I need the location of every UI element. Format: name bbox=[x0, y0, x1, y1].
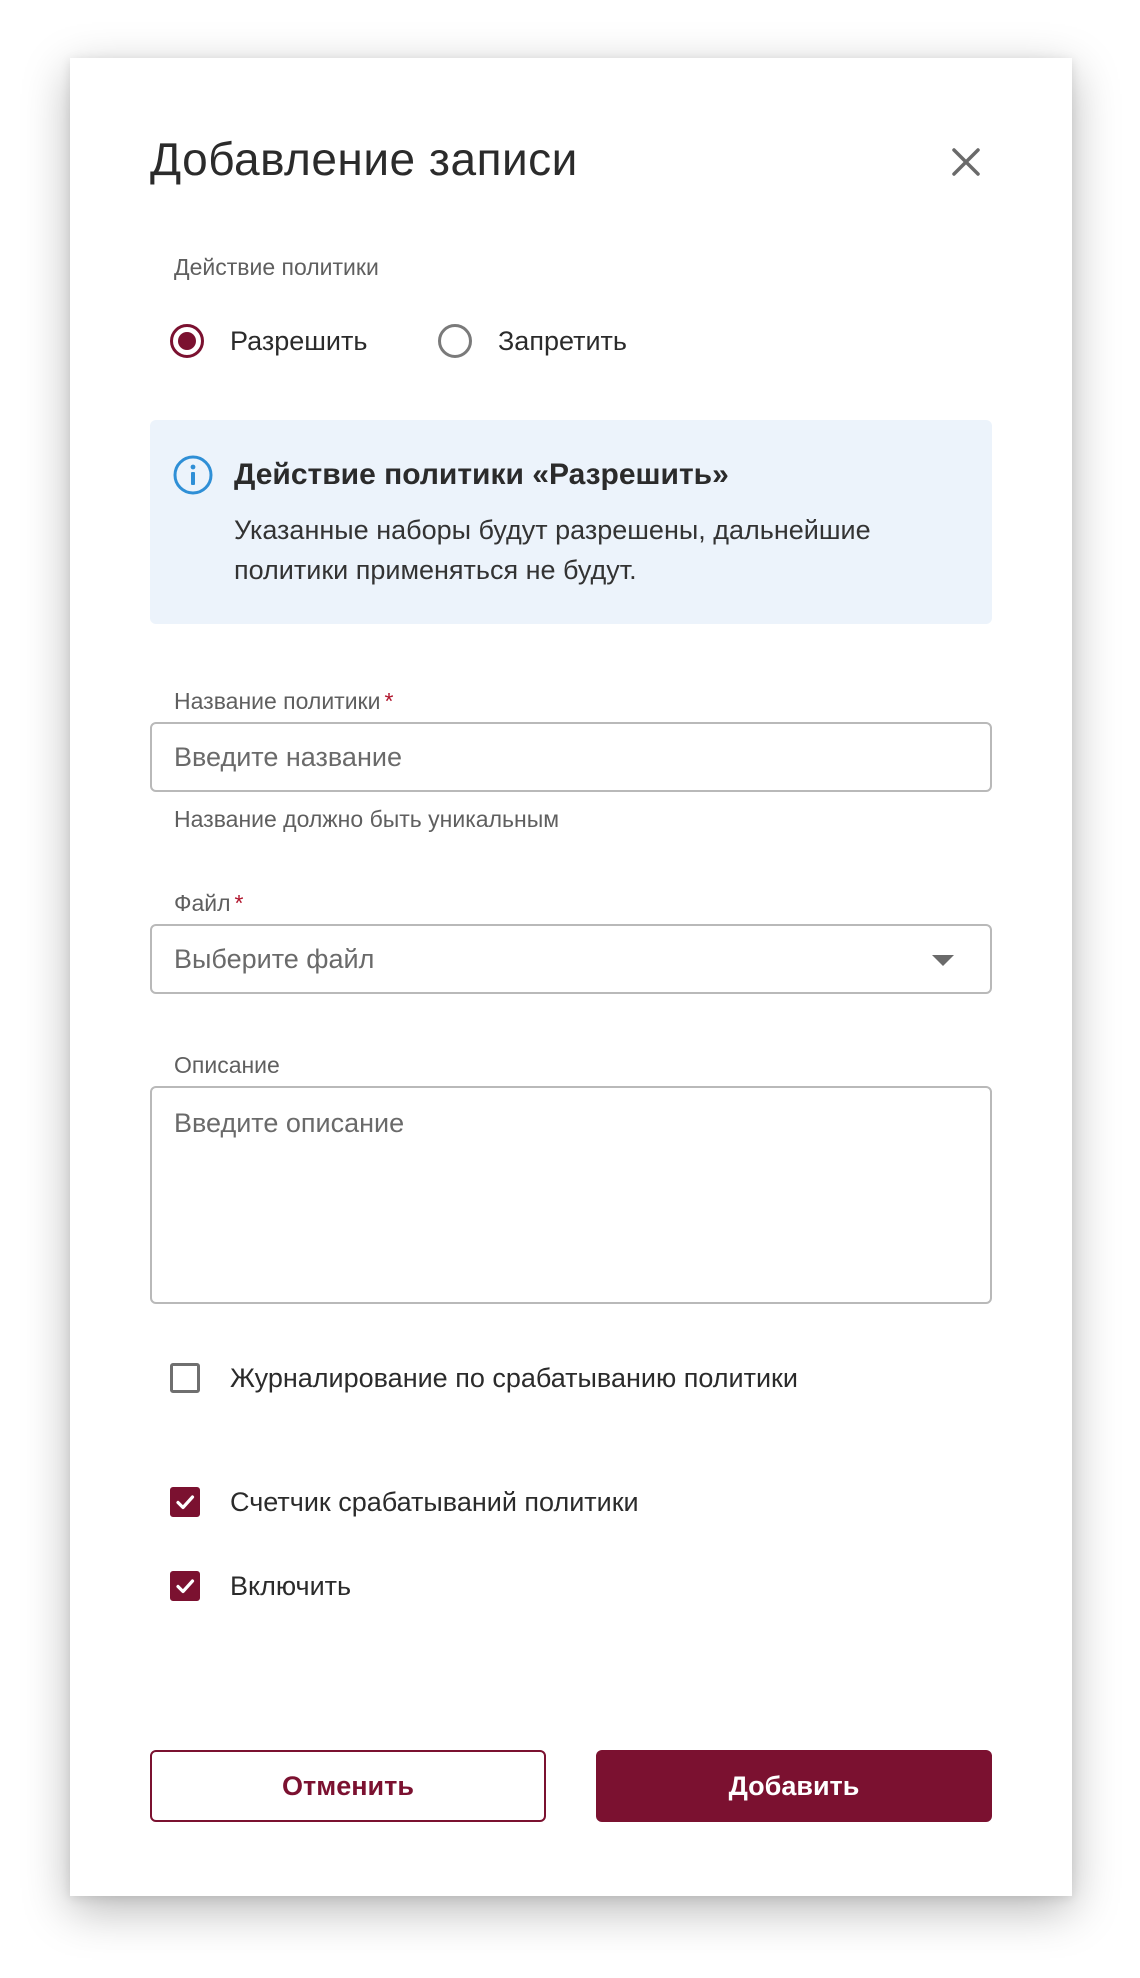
add-record-dialog: Добавление записи Действие политики Разр… bbox=[70, 58, 1072, 1896]
close-icon bbox=[952, 148, 980, 176]
checkbox-counter-box bbox=[170, 1487, 200, 1517]
policy-name-label-text: Название политики bbox=[174, 688, 381, 714]
file-select-value: Выберите файл bbox=[174, 943, 375, 974]
radio-deny[interactable]: Запретить bbox=[438, 318, 627, 364]
required-mark: * bbox=[234, 890, 244, 916]
add-button[interactable]: Добавить bbox=[596, 1750, 992, 1822]
dialog-title: Добавление записи bbox=[150, 133, 578, 185]
info-banner: Действие политики «Разрешить» Указанные … bbox=[150, 420, 992, 624]
description-label: Описание bbox=[174, 1052, 280, 1078]
chevron-down-icon bbox=[932, 955, 954, 966]
info-text: Указанные наборы будут разрешены, дальне… bbox=[234, 515, 871, 585]
description-textarea[interactable] bbox=[152, 1088, 990, 1302]
info-icon bbox=[173, 455, 213, 495]
policy-action-label: Действие политики bbox=[174, 254, 379, 280]
policy-name-label: Название политики * bbox=[174, 688, 393, 715]
checkmark-icon bbox=[176, 1579, 195, 1594]
policy-name-field[interactable] bbox=[150, 722, 992, 792]
policy-name-helper: Название должно быть уникальным bbox=[174, 806, 560, 832]
policy-name-input[interactable] bbox=[152, 724, 990, 790]
checkmark-icon bbox=[176, 1495, 195, 1510]
file-label: Файл * bbox=[174, 890, 244, 917]
checkbox-enable[interactable]: Включить bbox=[170, 1566, 351, 1606]
radio-deny-indicator bbox=[438, 324, 472, 358]
cancel-button[interactable]: Отменить bbox=[150, 1750, 546, 1822]
close-button[interactable] bbox=[944, 140, 988, 184]
required-mark: * bbox=[384, 688, 394, 714]
file-label-text: Файл bbox=[174, 890, 231, 916]
checkbox-enable-box bbox=[170, 1571, 200, 1601]
checkbox-enable-label: Включить bbox=[230, 1570, 352, 1601]
radio-deny-label: Запретить bbox=[498, 325, 627, 356]
checkbox-logging[interactable]: Журналирование по срабатыванию политики bbox=[170, 1358, 798, 1398]
file-select[interactable]: Выберите файл bbox=[150, 924, 992, 994]
checkbox-logging-box bbox=[170, 1363, 200, 1393]
checkbox-logging-label: Журналирование по срабатыванию политики bbox=[230, 1362, 798, 1393]
radio-allow-label: Разрешить bbox=[230, 325, 368, 356]
checkbox-counter[interactable]: Счетчик срабатываний политики bbox=[170, 1482, 639, 1522]
radio-allow[interactable]: Разрешить bbox=[170, 318, 367, 364]
description-field[interactable] bbox=[150, 1086, 992, 1304]
checkbox-counter-label: Счетчик срабатываний политики bbox=[230, 1486, 639, 1517]
info-title: Действие политики «Разрешить» bbox=[234, 458, 729, 491]
radio-allow-indicator bbox=[170, 324, 204, 358]
